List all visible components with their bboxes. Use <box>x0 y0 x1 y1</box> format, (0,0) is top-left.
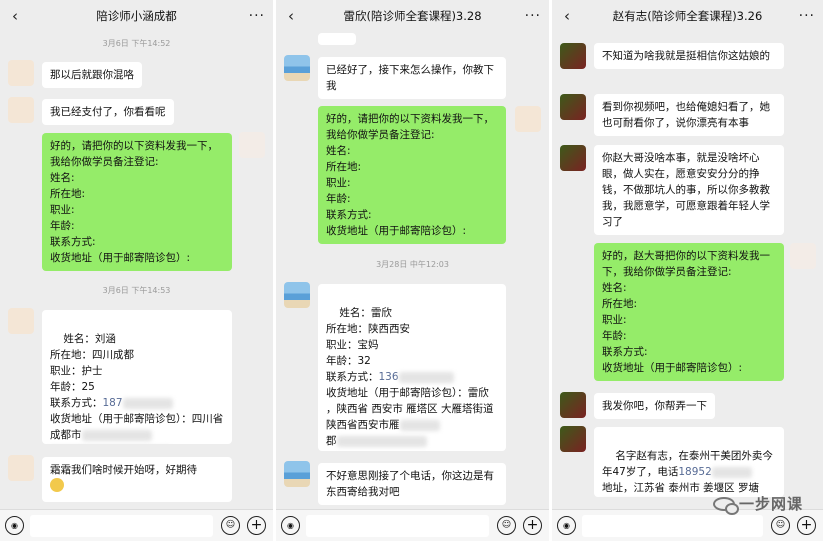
plus-icon[interactable]: + <box>523 516 542 535</box>
contact-avatar[interactable] <box>560 426 586 452</box>
timestamp: 3月6日 下午14:53 <box>102 286 171 295</box>
message-bubble: 好的，请把你的以下资料发我一下，我给你做学员备注登记: 姓名: 所在地: 职业:… <box>42 133 232 271</box>
phone-number[interactable]: 18952 <box>678 466 711 478</box>
message-bubble: 霜霜我们啥时候开始呀，好期待 <box>42 457 232 502</box>
redaction-blur <box>336 435 427 447</box>
contact-avatar[interactable] <box>560 392 586 418</box>
chat-panel-3: ‹ 赵有志(陪诊师全套课程)3.26 ··· 不知道为啥我就是挺相信你这姑娘的 … <box>552 0 823 541</box>
chat-panel-1: ‹ 陪诊师小涵成都 ··· 3月6日 下午14:52 那以后就跟你混咯 我已经支… <box>0 0 273 541</box>
more-icon[interactable]: ··· <box>799 6 815 26</box>
self-avatar[interactable] <box>515 106 541 132</box>
emoji-icon[interactable]: ☺ <box>221 516 240 535</box>
contact-avatar[interactable] <box>284 55 310 81</box>
message-bubble: 不好意思刚接了个电话，你这边是有东西寄给我对吧 <box>318 463 506 505</box>
message-bubble: 你赵大哥没啥本事，就是没啥坏心眼，做人实在，愿意安安分分的挣钱，不做那坑人的事，… <box>594 145 784 235</box>
redaction-blur <box>81 429 152 441</box>
wechat-logo-icon <box>712 496 739 515</box>
message-input[interactable] <box>582 515 763 537</box>
back-icon[interactable]: ‹ <box>6 6 24 26</box>
back-icon[interactable]: ‹ <box>282 6 300 26</box>
phone-number[interactable]: 187 <box>103 397 123 409</box>
message-bubble: 好的，请把你的以下资料发我一下，我给你做学员备注登记: 姓名: 所在地: 职业:… <box>318 106 506 244</box>
timestamp: 3月6日 下午14:52 <box>102 39 171 48</box>
contact-avatar[interactable] <box>8 60 34 86</box>
contact-avatar[interactable] <box>560 43 586 69</box>
timestamp: 3月28日 中午12:03 <box>376 260 449 269</box>
back-icon[interactable]: ‹ <box>558 6 576 26</box>
message-bubble: 姓名：雷欣 所在地：陕西西安 职业：宝妈 年龄：32 联系方式：136 收货地址… <box>318 284 506 451</box>
redaction-blur <box>122 397 173 409</box>
message-bubble: 姓名：刘涵 所在地：四川成都 职业：护士 年龄：25 联系方式：187 收货地址… <box>42 310 232 444</box>
chat-header: ‹ 雷欣(陪诊师全套课程)3.28 ··· <box>276 0 549 32</box>
contact-avatar[interactable] <box>284 461 310 487</box>
watermark: 一步网课 <box>712 493 803 515</box>
contact-avatar[interactable] <box>8 97 34 123</box>
contact-avatar[interactable] <box>560 94 586 120</box>
message-bubble: 看到你视频吧，也给俺媳妇看了，她也可耐看你了，说你漂亮有本事 <box>594 94 784 136</box>
plus-icon[interactable]: + <box>247 516 266 535</box>
voice-icon[interactable]: ◉ <box>557 516 576 535</box>
message-text: 霜霜我们啥时候开始呀，好期待 <box>50 464 197 476</box>
contact-avatar[interactable] <box>560 145 586 171</box>
chat-title: 陪诊师小涵成都 <box>96 9 177 23</box>
input-bar: ◉ ☺ + <box>0 509 273 541</box>
message-bubble: 我发你吧，你帮弄一下 <box>594 393 715 419</box>
chat-panel-2: ‹ 雷欣(陪诊师全套课程)3.28 ··· 已经好了，接下来怎么操作，你教下我 … <box>276 0 549 541</box>
message-bubble: 已经好了，接下来怎么操作，你教下我 <box>318 57 506 99</box>
emoji-icon[interactable]: ☺ <box>497 516 516 535</box>
watermark-text: 一步网课 <box>738 495 803 513</box>
emoji-icon[interactable]: ☺ <box>771 516 790 535</box>
message-input[interactable] <box>306 515 489 537</box>
chat-header: ‹ 陪诊师小涵成都 ··· <box>0 0 273 32</box>
voice-icon[interactable]: ◉ <box>5 516 24 535</box>
chat-title: 雷欣(陪诊师全套课程)3.28 <box>343 9 482 23</box>
more-icon[interactable]: ··· <box>525 6 541 26</box>
message-bubble: 名字赵有志，在泰州干美团外卖今年47岁了，电话18952 地址，江苏省 泰州市 … <box>594 427 784 497</box>
chat-title: 赵有志(陪诊师全套课程)3.26 <box>612 9 763 23</box>
redaction-blur <box>398 371 454 383</box>
contact-avatar[interactable] <box>284 282 310 308</box>
message-bubble-partial <box>318 33 356 45</box>
self-avatar[interactable] <box>239 132 265 158</box>
voice-icon[interactable]: ◉ <box>281 516 300 535</box>
address-tail: 郡 <box>326 435 337 447</box>
message-bubble: 不知道为啥我就是挺相信你这姑娘的 <box>594 43 784 69</box>
message-bubble: 那以后就跟你混咯 <box>42 62 142 88</box>
message-bubble: 我已经支付了，你看看呢 <box>42 99 174 125</box>
redaction-blur <box>399 419 440 431</box>
contact-avatar[interactable] <box>8 308 34 334</box>
plus-icon[interactable]: + <box>797 516 816 535</box>
message-bubble: 好的，赵大哥把你的以下资料发我一下，我给你做学员备注登记: 姓名: 所在地: 职… <box>594 243 784 381</box>
phone-number[interactable]: 136 <box>379 371 399 383</box>
emoji-sticker-icon <box>50 478 64 492</box>
message-input[interactable] <box>30 515 213 537</box>
more-icon[interactable]: ··· <box>249 6 265 26</box>
redaction-blur <box>711 466 752 478</box>
chat-header: ‹ 赵有志(陪诊师全套课程)3.26 ··· <box>552 0 823 32</box>
input-bar: ◉ ☺ + <box>276 509 549 541</box>
self-avatar[interactable] <box>790 243 816 269</box>
contact-avatar[interactable] <box>8 455 34 481</box>
